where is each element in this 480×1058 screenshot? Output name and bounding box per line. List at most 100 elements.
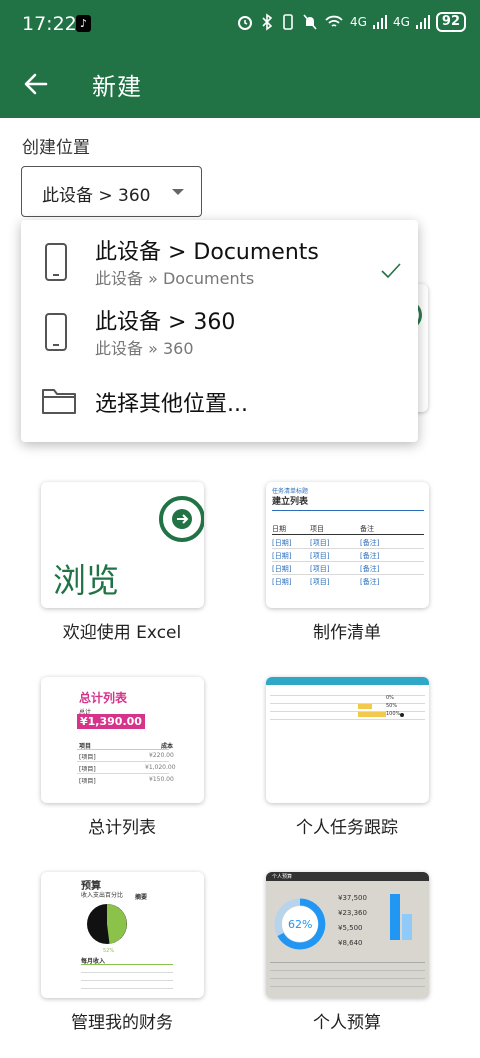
thumb-pct: 62% bbox=[288, 918, 313, 931]
thumb-cell: [项目] bbox=[310, 578, 330, 586]
thumb-title: 总计列表 bbox=[79, 691, 128, 705]
template-tile-welcome[interactable]: 浏览 bbox=[41, 482, 204, 608]
tiktok-icon: ♪ bbox=[76, 15, 91, 32]
dropdown-item-choose-other[interactable]: 选择其他位置... bbox=[21, 364, 418, 442]
thumb-row-amount: ¥220.00 bbox=[149, 752, 174, 759]
thumb-cell: [备注] bbox=[360, 539, 380, 547]
thumb-rule bbox=[270, 978, 425, 979]
thumb-cell: [项目] bbox=[310, 565, 330, 573]
dropdown-item-documents[interactable]: 此设备 > Documents 此设备 » Documents bbox=[21, 220, 418, 292]
dropdown-item-title: 选择其他位置... bbox=[95, 392, 248, 417]
vibrate-icon bbox=[283, 14, 293, 30]
thumb-col-note: 备注 bbox=[360, 525, 374, 533]
template-tile-my-finances[interactable]: 预算 收入支出百分比 摘要 52% 每月收入 bbox=[41, 872, 204, 998]
thumb-row-rule bbox=[272, 561, 424, 562]
thumb-rule bbox=[77, 761, 169, 762]
thumb-rule bbox=[270, 695, 425, 696]
dropdown-item-subtitle: 此设备 » 360 bbox=[95, 339, 194, 358]
template-tile-personal-budget[interactable]: 个人预算 62% ¥37,500 ¥23,360 ¥5,500 ¥8,640 bbox=[266, 872, 429, 998]
thumb-col: 摘要 bbox=[135, 894, 148, 901]
dropdown-item-subtitle: 此设备 » Documents bbox=[95, 269, 255, 288]
thumb-rule bbox=[270, 970, 425, 971]
dropdown-item-title: 此设备 > 360 bbox=[95, 310, 236, 335]
thumb-rule bbox=[77, 749, 169, 750]
template-label-task-tracker: 个人任务跟踪 bbox=[296, 818, 398, 838]
pie-chart bbox=[87, 904, 127, 944]
thumb-cell: [日期] bbox=[272, 539, 292, 547]
thumb-cell: [备注] bbox=[360, 565, 380, 573]
thumb-rule bbox=[81, 972, 173, 973]
thumb-col-item: 项目 bbox=[310, 525, 324, 533]
signal-1-icon bbox=[372, 15, 387, 29]
phone-icon bbox=[45, 243, 67, 281]
thumb-rule bbox=[81, 980, 173, 981]
thumb-progress-bar bbox=[358, 712, 386, 717]
thumb-cell: [项目] bbox=[310, 552, 330, 560]
back-arrow-icon[interactable] bbox=[22, 70, 50, 98]
location-select[interactable]: 此设备 > 360 bbox=[21, 166, 202, 217]
template-tile-checklist[interactable]: 任务清单标题 建立列表 日期 项目 备注 [日期] [项目] [备注] [日期]… bbox=[266, 482, 429, 608]
template-label-checklist: 制作清单 bbox=[313, 623, 381, 643]
template-label-welcome: 欢迎使用 Excel bbox=[62, 623, 182, 643]
mute-icon bbox=[303, 14, 317, 30]
thumb-row-item: [项目] bbox=[79, 766, 96, 773]
alarm-icon bbox=[238, 16, 253, 30]
template-tile-task-tracker[interactable]: 0% 50% 100% bbox=[266, 677, 429, 803]
thumb-col-date: 日期 bbox=[272, 525, 286, 533]
status-bar: 17:22 ♪ 4G 4G 92 bbox=[0, 0, 480, 50]
thumb-browse-text: 浏览 bbox=[53, 561, 119, 600]
arrow-circle-icon bbox=[159, 496, 204, 542]
status-time: 17:22 bbox=[22, 13, 77, 35]
bluetooth-icon bbox=[262, 13, 273, 31]
thumb-row-item: [项目] bbox=[79, 754, 96, 761]
battery-indicator: 92 bbox=[435, 12, 466, 32]
template-label-total-list: 总计列表 bbox=[88, 818, 156, 838]
thumb-total: ¥1,390.00 bbox=[77, 714, 145, 729]
thumb-rule bbox=[270, 986, 425, 987]
thumb-cell: [备注] bbox=[360, 552, 380, 560]
caret-down-icon bbox=[172, 189, 184, 195]
thumb-row-amount: ¥150.00 bbox=[149, 776, 174, 783]
thumb-rule bbox=[81, 988, 173, 989]
thumb-header-bar: 个人预算 bbox=[266, 872, 429, 881]
thumb-amount: ¥37,500 bbox=[338, 894, 367, 902]
thumb-cell: [日期] bbox=[272, 578, 292, 586]
thumb-rule bbox=[77, 773, 169, 774]
wifi-icon bbox=[325, 15, 343, 27]
thumb-rule bbox=[270, 711, 425, 712]
thumb-dot bbox=[400, 713, 404, 717]
thumb-bar-income bbox=[390, 894, 400, 940]
status-icons: 4G 4G 92 bbox=[236, 12, 466, 32]
thumb-amount: ¥5,500 bbox=[338, 924, 363, 932]
thumb-title: 建立列表 bbox=[272, 497, 309, 507]
signal-2-label: 4G bbox=[392, 15, 410, 29]
thumb-rule bbox=[270, 962, 425, 963]
thumb-rule bbox=[81, 964, 173, 965]
thumb-rule bbox=[272, 510, 424, 511]
thumb-row-rule bbox=[272, 548, 424, 549]
thumb-progress-bar bbox=[358, 704, 372, 709]
thumb-pct: 0% bbox=[386, 695, 394, 701]
thumb-cell: [日期] bbox=[272, 565, 292, 573]
thumb-pct: 50% bbox=[386, 703, 398, 709]
signal-1-label: 4G bbox=[350, 15, 367, 29]
thumb-cell: [日期] bbox=[272, 552, 292, 560]
thumb-pct: 100% bbox=[386, 711, 401, 717]
thumb-amount: ¥23,360 bbox=[338, 909, 367, 917]
thumb-bar-expense bbox=[402, 914, 412, 940]
thumb-rule bbox=[270, 719, 425, 720]
thumb-rule bbox=[270, 703, 425, 704]
thumb-row-amount: ¥1,020.00 bbox=[145, 764, 176, 771]
location-label: 创建位置 bbox=[22, 138, 90, 158]
location-dropdown: 此设备 > Documents 此设备 » Documents 此设备 > 36… bbox=[21, 220, 418, 442]
thumb-header-bar bbox=[266, 677, 429, 685]
phone-icon bbox=[45, 313, 67, 351]
dropdown-item-360[interactable]: 此设备 > 360 此设备 » 360 bbox=[21, 292, 418, 364]
thumb-row-item: [项目] bbox=[79, 778, 96, 785]
page-title: 新建 bbox=[92, 73, 142, 101]
checkmark-icon bbox=[381, 263, 401, 279]
template-tile-total-list[interactable]: 总计列表 总计 ¥1,390.00 项目 成本 [项目] ¥220.00 [项目… bbox=[41, 677, 204, 803]
thumb-amount: ¥8,640 bbox=[338, 939, 363, 947]
template-label-personal-budget: 个人预算 bbox=[313, 1013, 381, 1033]
thumb-header-rule bbox=[272, 534, 424, 535]
